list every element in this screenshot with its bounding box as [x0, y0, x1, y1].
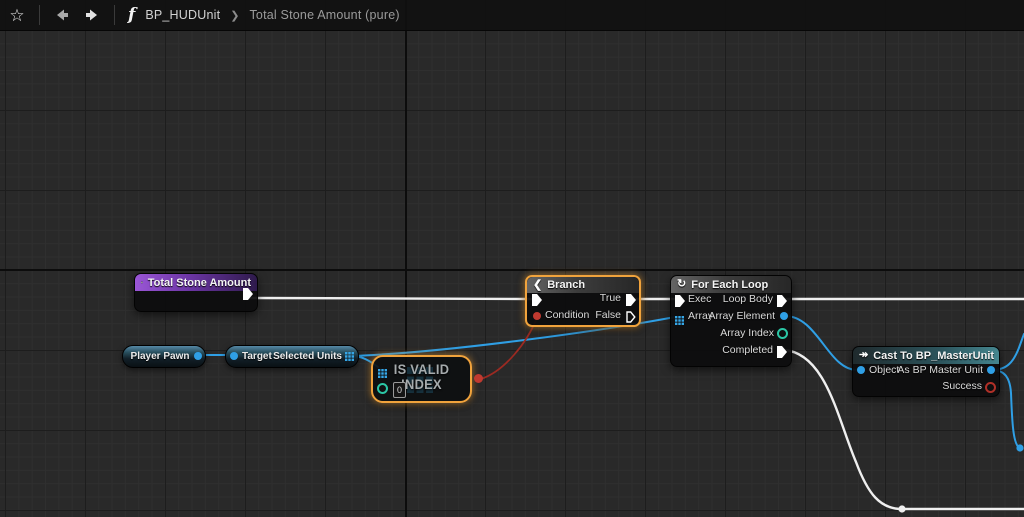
breadcrumb-current[interactable]: Total Stone Amount (pure): [249, 8, 399, 22]
node-player-pawn[interactable]: Player Pawn: [122, 345, 206, 368]
blueprint-editor: Total Stone Amount Player Pawn Target Se…: [0, 0, 1024, 517]
node-title: Cast To BP_MasterUnit: [873, 350, 994, 362]
array-output-pin[interactable]: [345, 352, 354, 364]
false-pin-label: False: [595, 309, 621, 321]
node-title: Total Stone Amount: [148, 277, 251, 289]
star-icon: ☆: [9, 7, 24, 24]
loop-icon: ↻: [677, 279, 686, 290]
array-input-pin[interactable]: [675, 312, 684, 330]
array-element-pin-label: Array Element: [708, 310, 775, 322]
function-icon: f: [126, 5, 137, 25]
wire-isvalid-to-condition[interactable]: [481, 320, 536, 379]
index-value-field[interactable]: 0: [393, 382, 406, 398]
condition-input-pin[interactable]: [533, 312, 541, 320]
false-output-pin[interactable]: [626, 310, 636, 328]
completed-pin-label: Completed: [722, 344, 773, 356]
target-input-pin[interactable]: [230, 352, 238, 360]
back-button[interactable]: [51, 3, 73, 27]
loop-body-output-pin[interactable]: [777, 294, 787, 312]
cast-icon: ↠: [859, 350, 868, 361]
exec-input-pin[interactable]: [675, 294, 685, 312]
object-input-pin[interactable]: [857, 366, 865, 374]
output-pin-label: Selected Units: [273, 351, 342, 362]
toolbar-divider: [114, 5, 115, 25]
node-is-valid-index[interactable]: IS VALID INDEX 0: [371, 355, 472, 403]
node-title: IS VALID INDEX: [375, 362, 467, 392]
toolbar-divider: [39, 5, 40, 25]
true-output-pin[interactable]: [626, 293, 636, 311]
back-arrow-icon: [54, 7, 70, 23]
exec-input-pin[interactable]: [532, 293, 542, 311]
exec-output-pin[interactable]: [243, 287, 253, 305]
object-output-pin[interactable]: [194, 352, 202, 360]
array-index-output-pin[interactable]: [777, 328, 788, 339]
node-total-stone-amount[interactable]: Total Stone Amount: [134, 273, 258, 312]
success-pin-label: Success: [942, 380, 982, 392]
loop-body-pin-label: Loop Body: [723, 293, 773, 305]
node-title: For Each Loop: [691, 279, 768, 291]
node-for-each-loop[interactable]: ↻ For Each Loop Exec Array Loop Body Arr…: [670, 275, 792, 367]
success-output-pin[interactable]: [985, 382, 996, 393]
true-pin-label: True: [600, 292, 621, 304]
object-pin-label: Object: [869, 364, 899, 376]
breadcrumb-parent[interactable]: BP_HUDUnit: [145, 8, 220, 22]
reroute-node-exec[interactable]: [898, 505, 905, 512]
reroute-node-object[interactable]: [1016, 444, 1023, 451]
completed-output-pin[interactable]: [777, 345, 787, 363]
as-bp-master-unit-output-pin[interactable]: [987, 366, 995, 374]
node-get-selected-units[interactable]: Target Selected Units: [225, 345, 359, 368]
wire-exec-entry-to-branch[interactable]: [250, 298, 533, 299]
forward-button[interactable]: [81, 3, 103, 27]
array-input-pin[interactable]: [378, 365, 387, 383]
branch-icon: ❮: [533, 280, 542, 291]
condition-pin-label: Condition: [545, 309, 589, 321]
array-index-pin-label: Array Index: [720, 327, 774, 339]
breadcrumb-separator-icon: ❯: [230, 9, 239, 22]
exec-pin-label: Exec: [688, 293, 711, 305]
node-title: Branch: [547, 279, 585, 291]
forward-arrow-icon: [84, 7, 100, 23]
node-branch[interactable]: ❮ Branch Condition True False: [525, 275, 641, 327]
wire-layer: [0, 0, 1024, 517]
node-title: Player Pawn: [131, 351, 190, 362]
bool-output-pin[interactable]: [474, 374, 483, 383]
node-cast-to-bp-masterunit[interactable]: ↠ Cast To BP_MasterUnit Object As BP Mas…: [852, 346, 1000, 397]
function-entry-icon: [141, 278, 143, 287]
target-pin-label: Target: [242, 351, 272, 362]
favorite-button[interactable]: ☆: [6, 3, 28, 27]
as-bp-master-unit-pin-label: As BP Master Unit: [897, 364, 983, 376]
wire-arrayelement-to-object[interactable]: [785, 316, 857, 370]
index-input-pin[interactable]: [377, 383, 388, 394]
array-element-output-pin[interactable]: [780, 312, 788, 320]
breadcrumb-toolbar: ☆ f BP_HUDUnit ❯ Total Stone Amount (pur…: [0, 0, 1024, 31]
